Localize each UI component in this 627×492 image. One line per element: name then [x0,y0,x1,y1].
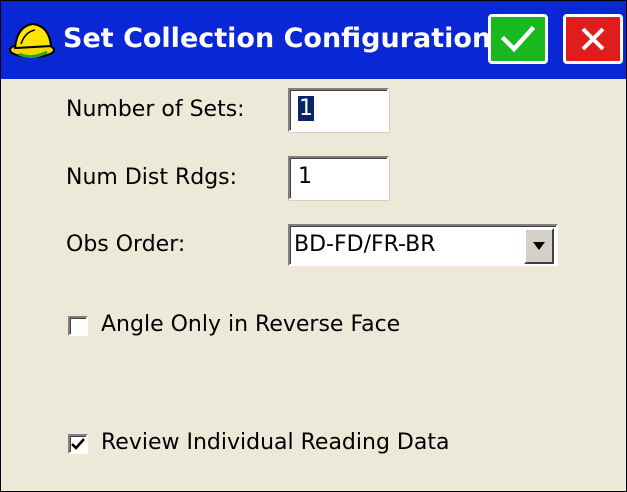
checkmark-icon [71,438,85,450]
x-icon [581,27,605,51]
num-dist-rdgs-input[interactable]: 1 [288,156,389,200]
triangle-down-icon [533,242,545,250]
obs-order-select[interactable]: BD-FD/FR-BR [288,224,558,266]
obs-order-label: Obs Order: [66,232,186,257]
num-dist-rdgs-value: 1 [298,164,312,189]
angle-only-reverse-label: Angle Only in Reverse Face [101,312,401,337]
obs-order-value: BD-FD/FR-BR [294,232,436,257]
num-dist-rdgs-label: Num Dist Rdgs: [66,165,238,190]
close-button[interactable] [563,14,623,64]
review-individual-label: Review Individual Reading Data [101,430,450,455]
number-of-sets-label: Number of Sets: [66,97,245,122]
angle-only-reverse-checkbox[interactable] [68,316,88,336]
hardhat-icon [9,22,55,59]
ok-button[interactable] [488,14,548,64]
number-of-sets-input[interactable]: 1 [288,88,389,132]
checkmark-icon [501,25,535,53]
title-bar: Set Collection Configuration [1,1,626,79]
dialog-window: Set Collection Configuration Number of S… [0,0,627,492]
number-of-sets-value: 1 [298,96,314,121]
review-individual-checkbox[interactable] [68,434,88,454]
dialog-title: Set Collection Configuration [63,23,492,54]
obs-order-dropdown-button[interactable] [524,228,554,264]
